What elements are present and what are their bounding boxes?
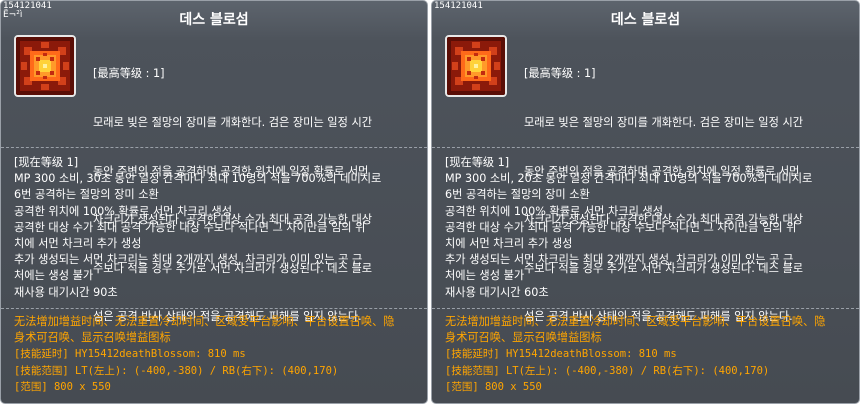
skill-tooltip-left: 154121041 Ë¬²ì 데스 블로섬 [最高等级: 1] 모래로 빚은 … [0, 0, 428, 404]
current-level-line: 치에 서먼 차크리 추가 생성 [445, 237, 573, 251]
cooldown-line: 재사용 대기시간 90초 [14, 285, 118, 299]
current-level-line: MP 300 소비, 20초 동안 일정 간격마다 최대 10명의 적을 700… [445, 172, 813, 186]
current-level-heading: [现在等级 1] [445, 156, 510, 169]
skill-title: 데스 블로섬 [179, 12, 249, 28]
cooldown-line: 재사용 대기시간 60초 [445, 285, 549, 299]
skill-range-line: [技能范围] LT(左上): (-400,-380) / RB(右下): (40… [445, 364, 770, 377]
tip-flags-line: 身术可召唤、显示召唤增益图标 [14, 331, 171, 345]
death-blossom-skill-icon [14, 35, 76, 97]
skill-delay-line: [技能延时] HY15412deathBlossom: 810 ms [445, 348, 677, 361]
description-line: 모래로 빚은 절망의 장미를 개화한다. 검은 장미는 일정 시간 [524, 116, 804, 130]
tip-flags-line: 身术可召唤、显示召唤增益图标 [445, 331, 602, 345]
current-level-line: 처에는 생성 불가 [445, 269, 525, 283]
skill-area-line: [范围] 800 x 550 [14, 380, 111, 393]
skill-area-line: [范围] 800 x 550 [445, 380, 542, 393]
skill-tooltip-right: 154121041 데스 블로섬 [最高等级: 1] 모래로 빚은 절망의 장… [431, 0, 860, 404]
current-level-line: 추가 생성되는 서먼 차크리는 최대 2개까지 생성, 차크리가 이미 있는 곳… [445, 253, 794, 267]
skill-range-line: [技能范围] LT(左上): (-400,-380) / RB(右下): (40… [14, 364, 339, 377]
skill-title: 데스 블로섬 [610, 12, 681, 28]
current-level-section: [现在等级 1] MP 300 소비, 20초 동안 일정 간격마다 최대 10… [445, 155, 850, 301]
divider [1, 308, 427, 309]
divider [432, 147, 859, 148]
tip-flags-line: 无法增加增益时间、无法重置冷却时间、区域受平台影响、平台设置召唤、隐 [14, 315, 395, 328]
death-blossom-skill-icon [445, 35, 507, 97]
current-level-line: 공격한 대상 수가 최대 공격 가능한 대상 수보다 적다면 그 차이만큼 임의… [445, 220, 797, 234]
current-level-line: 6번 공격하는 절망의 장미 소환 [14, 188, 159, 202]
skill-delay-line: [技能延时] HY15412deathBlossom: 810 ms [14, 348, 246, 361]
current-level-line: 치에 서먼 차크리 추가 생성 [14, 237, 142, 251]
divider [1, 147, 427, 148]
current-level-line: 공격한 대상 수가 최대 공격 가능한 대상 수보다 적다면 그 차이만큼 임의… [14, 220, 366, 234]
current-level-line: 공격한 위치에 100% 확률로 서먼 차크리 생성 [14, 204, 233, 218]
current-level-section: [现在等级 1] MP 300 소비, 30초 동안 일정 간격마다 최대 10… [14, 155, 419, 301]
skill-tips: 无法增加增益时间、无法重置冷却时间、区域受平台影响、平台设置召唤、隐 身术可召唤… [445, 314, 855, 395]
flower-icon [447, 37, 505, 95]
master-level-text: [最高等级 : 1] [524, 67, 596, 81]
flower-icon [16, 37, 74, 95]
tip-flags-line: 无法增加增益时间、无法重置冷却时间、区域受平台影响、平台设置召唤、隐 [445, 315, 826, 328]
skill-tips: 无法增加增益时间、无法重置冷却时间、区域受平台影响、平台设置召唤、隐 身术可召唤… [14, 314, 424, 395]
description-line: 모래로 빚은 절망의 장미를 개화한다. 검은 장미는 일정 시간 [93, 116, 373, 130]
current-level-line: MP 300 소비, 30초 동안 일정 간격마다 최대 10명의 적을 700… [14, 172, 382, 186]
current-level-line: 6번 공격하는 절망의 장미 소환 [445, 188, 590, 202]
current-level-heading: [现在等级 1] [14, 156, 79, 169]
divider [432, 308, 859, 309]
current-level-line: 공격한 위치에 100% 확률로 서먼 차크리 생성 [445, 204, 664, 218]
master-level-text: [最高等级 : 1] [93, 67, 165, 81]
current-level-line: 처에는 생성 불가 [14, 269, 94, 283]
current-level-line: 추가 생성되는 서먼 차크리는 최대 2개까지 생성, 차크리가 이미 있는 곳… [14, 253, 363, 267]
